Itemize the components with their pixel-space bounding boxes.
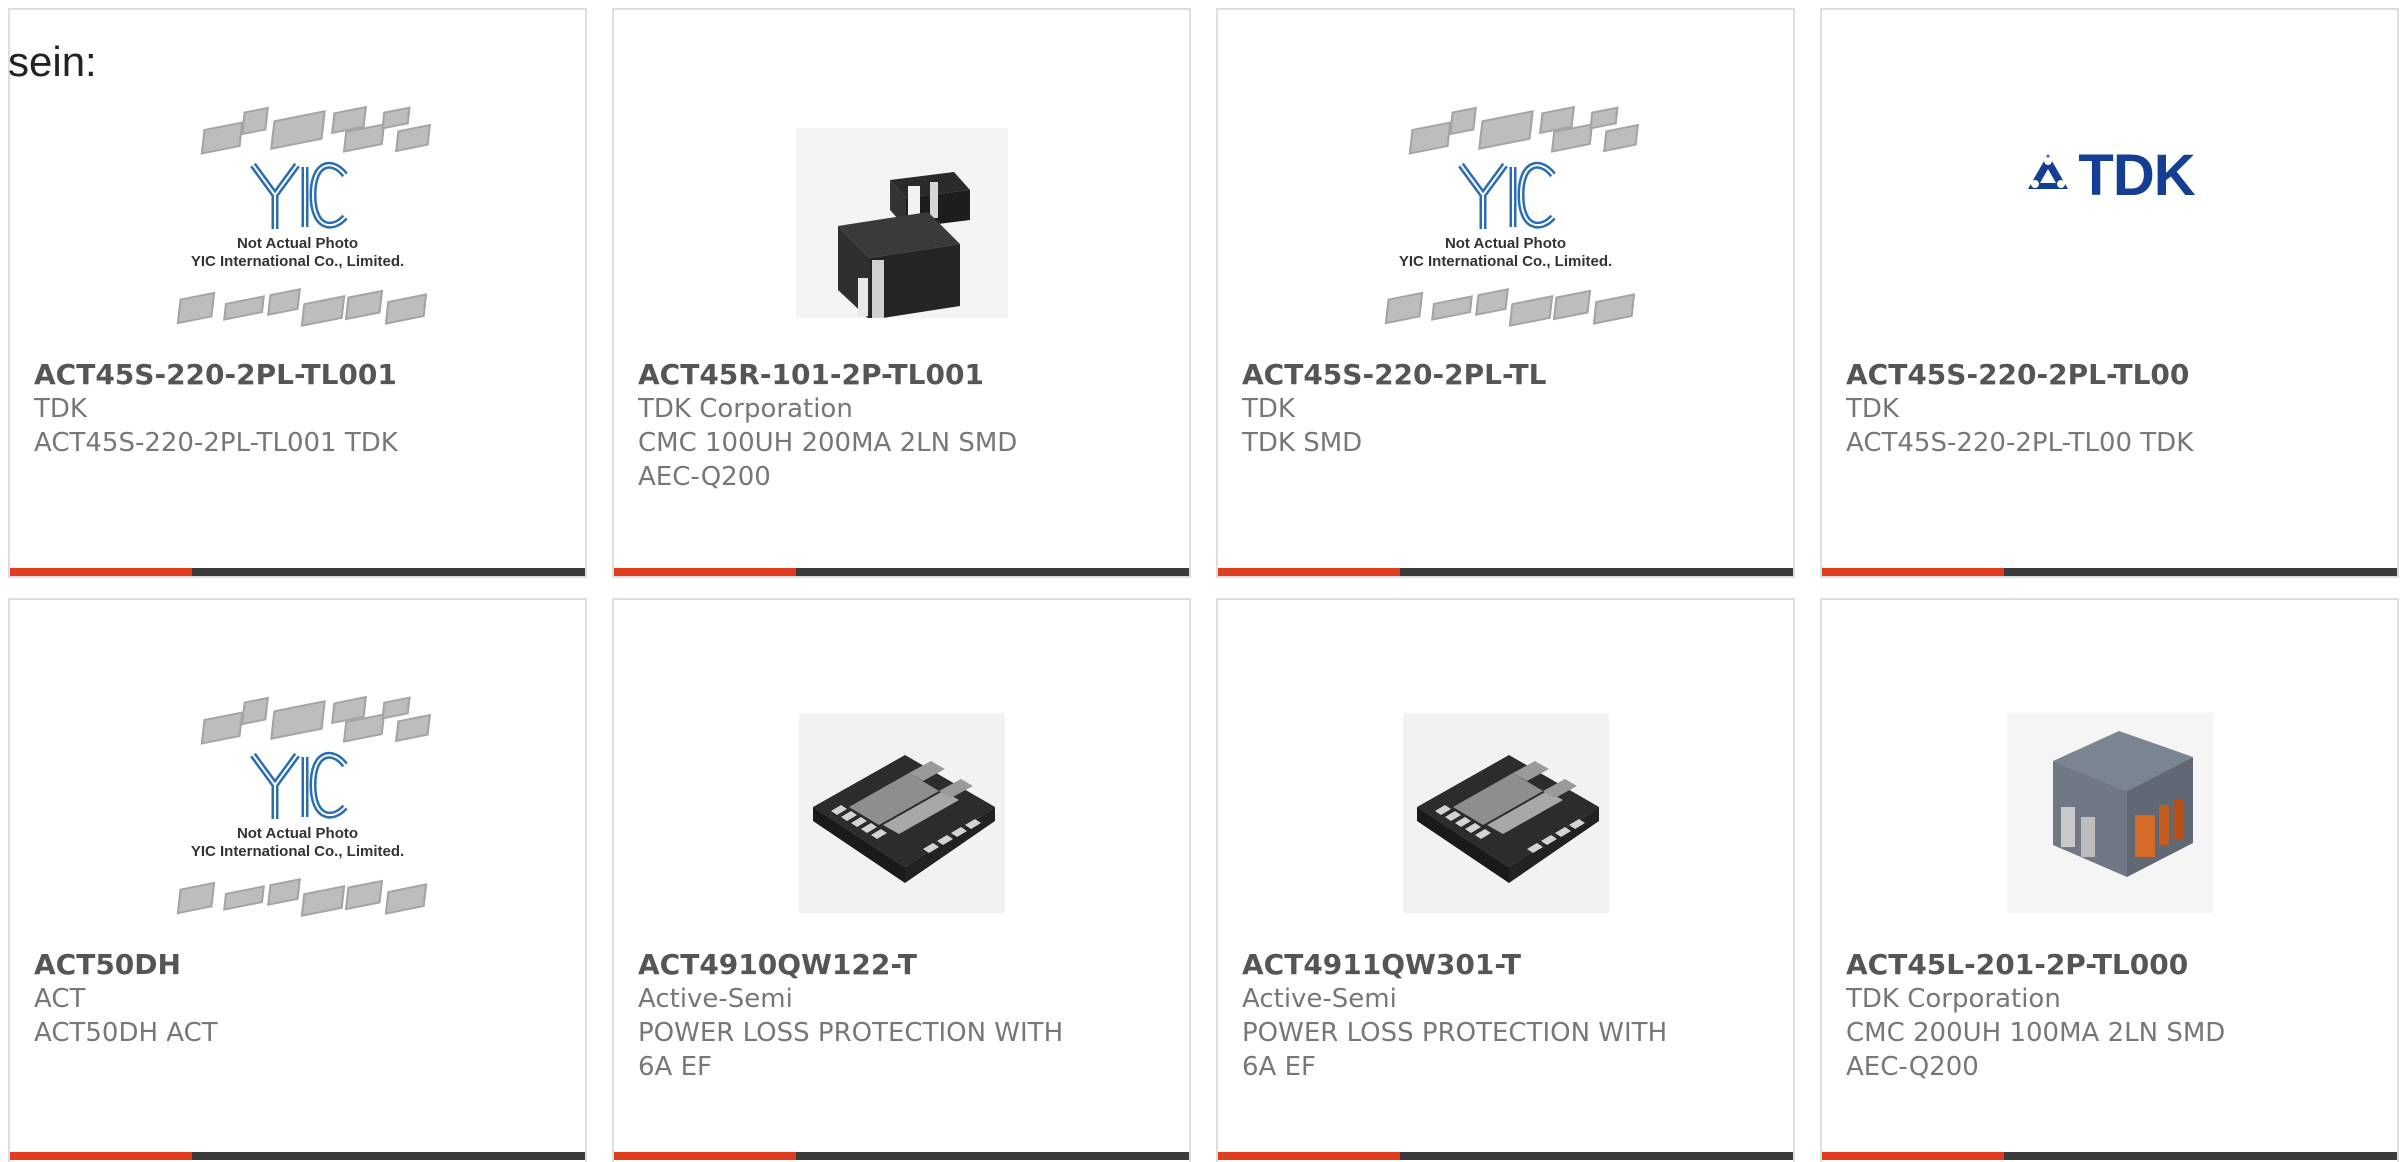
manufacturer: Active-Semi — [638, 984, 793, 1014]
tdk-logo-icon — [2028, 154, 2069, 189]
product-card[interactable]: Not Actual Photo YIC International Co., … — [1216, 8, 1795, 578]
product-text: ACT45S-220-2PL-TL TDK TDK SMD — [1242, 358, 1775, 460]
product-card[interactable]: TDK ACT45S-220-2PL-TL00 TDK ACT45S-220-2… — [1820, 8, 2399, 578]
manufacturer: TDK — [34, 394, 87, 424]
product-image — [614, 98, 1189, 348]
product-image — [1822, 688, 2397, 938]
product-card[interactable]: Not Actual Photo YIC International Co., … — [8, 8, 587, 578]
inductor-photo-icon — [2006, 713, 2213, 913]
product-card[interactable]: ACT4911QW301-T Active-Semi POWER LOSS PR… — [1216, 598, 1795, 1162]
product-text: ACT45L-201-2P-TL000 TDK Corporation CMC … — [1846, 948, 2379, 1084]
product-card[interactable]: Not Actual Photo YIC International Co., … — [8, 598, 587, 1162]
tdk-logo: TDK — [2024, 142, 2196, 209]
product-text: ACT50DH ACT ACT50DH ACT — [34, 948, 567, 1050]
manufacturer: TDK — [1846, 394, 1899, 424]
yic-caption-line1: Not Actual Photo — [1444, 235, 1567, 252]
yic-caption-line1: Not Actual Photo — [236, 235, 359, 252]
yic-caption-line2: YIC International Co., Limited. — [190, 253, 405, 270]
yic-placeholder-image: Not Actual Photo YIC International Co., … — [163, 695, 433, 931]
part-number[interactable]: ACT45S-220-2PL-TL — [1242, 358, 1775, 392]
part-number[interactable]: ACT50DH — [34, 948, 567, 982]
product-grid: Not Actual Photo YIC International Co., … — [0, 0, 2400, 1162]
qfn-chip-photo-icon — [1402, 713, 1609, 913]
description: CMC 100UH 200MA 2LN SMD AEC-Q200 — [638, 428, 1018, 492]
manufacturer: TDK Corporation — [638, 394, 853, 424]
product-image: Not Actual Photo YIC International Co., … — [10, 688, 585, 938]
yic-placeholder-image: Not Actual Photo YIC International Co., … — [1371, 105, 1641, 341]
part-number[interactable]: ACT45S-220-2PL-TL001 — [34, 358, 567, 392]
yic-placeholder-image: Not Actual Photo YIC International Co., … — [163, 105, 433, 341]
description: CMC 200UH 100MA 2LN SMD AEC-Q200 — [1846, 1018, 2226, 1082]
card-bottom-accent — [1218, 568, 1400, 576]
description: ACT45S-220-2PL-TL00 TDK — [1846, 428, 2194, 458]
part-number[interactable]: ACT4910QW122-T — [638, 948, 1171, 982]
card-bottom-accent — [10, 568, 192, 576]
intro-text: sein: — [8, 38, 97, 85]
yic-logo-icon — [249, 162, 348, 229]
product-text: ACT4910QW122-T Active-Semi POWER LOSS PR… — [638, 948, 1171, 1084]
manufacturer: TDK — [1242, 394, 1295, 424]
description: POWER LOSS PROTECTION WITH 6A EF — [1242, 1018, 1668, 1082]
yic-caption-line2: YIC International Co., Limited. — [1398, 253, 1613, 270]
manufacturer: Active-Semi — [1242, 984, 1397, 1014]
description: ACT45S-220-2PL-TL001 TDK — [34, 428, 398, 458]
product-card[interactable]: ACT45L-201-2P-TL000 TDK Corporation CMC … — [1820, 598, 2399, 1162]
part-number[interactable]: ACT45S-220-2PL-TL00 — [1846, 358, 2379, 392]
manufacturer: ACT — [34, 984, 86, 1014]
tdk-logo-text: TDK — [2078, 142, 2195, 208]
card-bottom-accent — [614, 568, 796, 576]
part-number[interactable]: ACT45L-201-2P-TL000 — [1846, 948, 2379, 982]
product-text: ACT45R-101-2P-TL001 TDK Corporation CMC … — [638, 358, 1171, 494]
yic-caption-line2: YIC International Co., Limited. — [190, 843, 405, 860]
card-bottom-accent — [1822, 1152, 2004, 1160]
card-bottom-accent — [614, 1152, 796, 1160]
card-bottom-accent — [10, 1152, 192, 1160]
product-image: Not Actual Photo YIC International Co., … — [10, 98, 585, 348]
product-image — [1218, 688, 1793, 938]
inductor-photo-icon — [795, 128, 1008, 318]
qfn-chip-photo-icon — [798, 713, 1005, 913]
card-bottom-accent — [1218, 1152, 1400, 1160]
manufacturer: TDK Corporation — [1846, 984, 2061, 1014]
product-text: ACT4911QW301-T Active-Semi POWER LOSS PR… — [1242, 948, 1775, 1084]
part-number[interactable]: ACT45R-101-2P-TL001 — [638, 358, 1171, 392]
product-text: ACT45S-220-2PL-TL001 TDK ACT45S-220-2PL-… — [34, 358, 567, 460]
description: POWER LOSS PROTECTION WITH 6A EF — [638, 1018, 1064, 1082]
product-text: ACT45S-220-2PL-TL00 TDK ACT45S-220-2PL-T… — [1846, 358, 2379, 460]
product-image: Not Actual Photo YIC International Co., … — [1218, 98, 1793, 348]
product-image — [614, 688, 1189, 938]
product-card[interactable]: ACT45R-101-2P-TL001 TDK Corporation CMC … — [612, 8, 1191, 578]
yic-logo-icon — [249, 752, 348, 819]
product-card[interactable]: ACT4910QW122-T Active-Semi POWER LOSS PR… — [612, 598, 1191, 1162]
yic-logo-icon — [1457, 162, 1556, 229]
description: ACT50DH ACT — [34, 1018, 218, 1048]
part-number[interactable]: ACT4911QW301-T — [1242, 948, 1775, 982]
description: TDK SMD — [1242, 428, 1363, 458]
yic-caption-line1: Not Actual Photo — [236, 825, 359, 842]
product-grid-page: sein: Not Actual Photo YIC International… — [0, 0, 2400, 1162]
product-image: TDK — [1822, 50, 2397, 300]
card-bottom-accent — [1822, 568, 2004, 576]
